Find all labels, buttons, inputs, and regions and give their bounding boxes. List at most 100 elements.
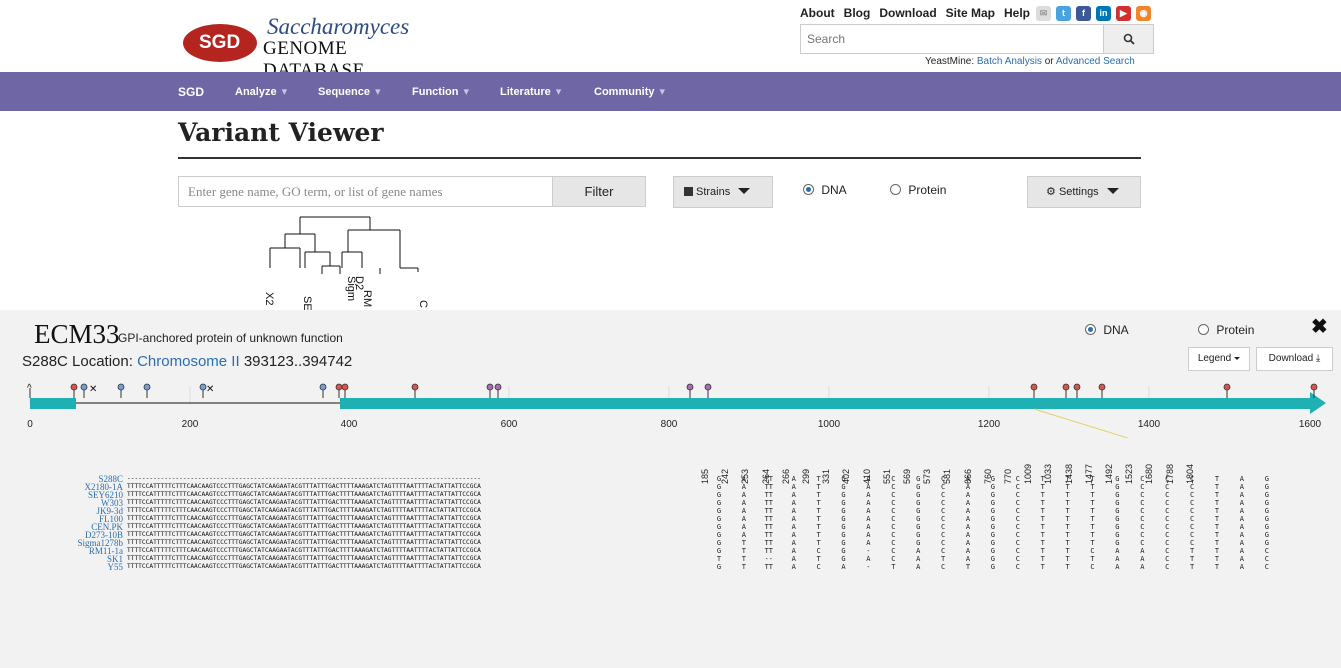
top-link-download[interactable]: Download [879,6,936,20]
variant-cell: C [1264,555,1269,563]
variant-cell: A [791,563,796,571]
axis-tick-label: 600 [501,419,518,430]
top-link-site-map[interactable]: Site Map [946,6,995,20]
strains-dropdown[interactable]: Strains [673,176,773,208]
variant-pin-head[interactable] [319,383,327,391]
variant-pin-head[interactable] [1030,383,1038,391]
variant-cell: T [1065,531,1070,539]
variant-pin-head[interactable] [117,383,125,391]
facebook-icon[interactable]: f [1076,6,1091,21]
variant-pin-head[interactable] [70,383,78,391]
variant-cell: C [1165,483,1170,491]
variant-pin-head[interactable] [1073,383,1081,391]
variant-cell: G [990,539,995,547]
nav-community-label: Community [594,86,655,98]
variant-cell: T [1040,555,1045,563]
variant-cell: G [916,515,921,523]
variant-cell: T [1040,563,1045,571]
twitter-icon[interactable]: t [1056,6,1071,21]
gene-name: ECM33 [34,319,120,349]
variant-cell: TT [764,539,774,547]
header: SGD Saccharomyces GENOME DATABASE About … [0,0,1341,81]
variant-cell: C [940,475,946,483]
variant-pin-head[interactable] [1223,383,1231,391]
advanced-search-link[interactable]: Advanced Search [1056,56,1135,67]
top-link-about[interactable]: About [800,6,835,20]
search-input[interactable] [801,25,1101,53]
panel-protein-radio[interactable]: Protein [1198,323,1254,337]
variant-cell: C [1015,539,1020,547]
linkedin-icon[interactable]: in [1096,6,1111,21]
variant-pin-head[interactable] [494,383,502,391]
deletion-x-icon: ✕ [206,384,214,395]
rss-icon[interactable]: ◉ [1136,6,1151,21]
variant-cell: TT [764,547,774,555]
variant-cell: G [916,531,921,539]
dna-radio[interactable]: DNA [803,183,847,197]
download-button[interactable]: Download ⤓ [1256,347,1333,371]
variant-cell: G [916,483,921,491]
youtube-icon[interactable]: ▶ [1116,6,1131,21]
panel-dna-radio[interactable]: DNA [1085,323,1129,337]
caret-down-icon [738,188,751,194]
legend-label: Legend [1197,353,1232,364]
axis-tick-label: 1200 [978,419,1001,430]
search-button[interactable] [1103,25,1153,53]
batch-analysis-link[interactable]: Batch Analysis [977,56,1042,67]
variant-cell: A [1239,475,1244,483]
nav-sequence[interactable]: Sequence ▾ [318,85,381,98]
variant-cell: T [1065,499,1070,507]
variant-cell: G [1264,523,1269,531]
nav-community[interactable]: Community ▾ [594,85,665,98]
top-link-blog[interactable]: Blog [844,6,871,20]
variant-pin-head[interactable] [335,383,343,391]
variant-cell: A [1140,563,1145,571]
legend-button[interactable]: Legend [1188,347,1250,371]
nav-function[interactable]: Function ▾ [412,85,469,98]
variant-cell: C [1165,555,1170,563]
variant-pin-head[interactable] [411,383,419,391]
variant-pin-head[interactable] [486,383,494,391]
variant-cell: C [1165,475,1170,483]
nav-sgd[interactable]: SGD [178,85,204,99]
variant-column: GGGGGGGGGGTG [714,475,724,571]
chromosome-link[interactable]: Chromosome II [137,353,240,370]
variant-cell: A [1239,563,1244,571]
variant-pin-head[interactable] [1098,383,1106,391]
sgd-logo[interactable]: SGD Saccharomyces GENOME DATABASE [183,10,443,81]
variant-cell: G [990,531,995,539]
gear-icon: ⚙ [1046,186,1056,198]
top-link-help[interactable]: Help [1004,6,1030,20]
variant-pin-head[interactable] [143,383,151,391]
exon-block[interactable] [30,398,76,409]
nav-analyze[interactable]: Analyze ▾ [235,85,287,98]
close-icon[interactable]: ✖ [1311,314,1328,339]
variant-cell: G [841,523,846,531]
radio-selected-icon [1085,324,1096,335]
mail-icon[interactable]: ✉ [1036,6,1051,21]
variant-pin-head[interactable] [80,383,88,391]
gene-filter-input[interactable] [178,176,553,207]
variant-pin-head[interactable] [704,383,712,391]
variant-column: GGGGGGGGGGGA [839,475,849,571]
axis-tick-label: 0 [27,419,33,430]
variant-pin-head[interactable] [341,383,349,391]
variant-cell: T [1090,523,1095,531]
settings-dropdown[interactable]: ⚙ Settings [1027,176,1141,208]
filter-button[interactable]: Filter [552,176,646,207]
variant-cell: C [1189,491,1195,499]
variant-pin-head[interactable] [1310,383,1318,391]
variant-cell: C [1189,515,1195,523]
variant-cell: G [1115,531,1120,539]
protein-radio[interactable]: Protein [890,183,946,197]
nav-literature[interactable]: Literature ▾ [500,85,561,98]
variant-pin-head[interactable] [1062,383,1070,391]
variant-cell: C [940,491,946,499]
variant-cell: T [1214,491,1220,499]
variant-cell: C [891,555,896,563]
variant-pin-head[interactable] [686,383,694,391]
variant-cell: TT [764,499,774,507]
exon-block[interactable] [340,398,1310,409]
variant-cell: T [1214,539,1220,547]
radio-selected-icon [803,184,814,195]
